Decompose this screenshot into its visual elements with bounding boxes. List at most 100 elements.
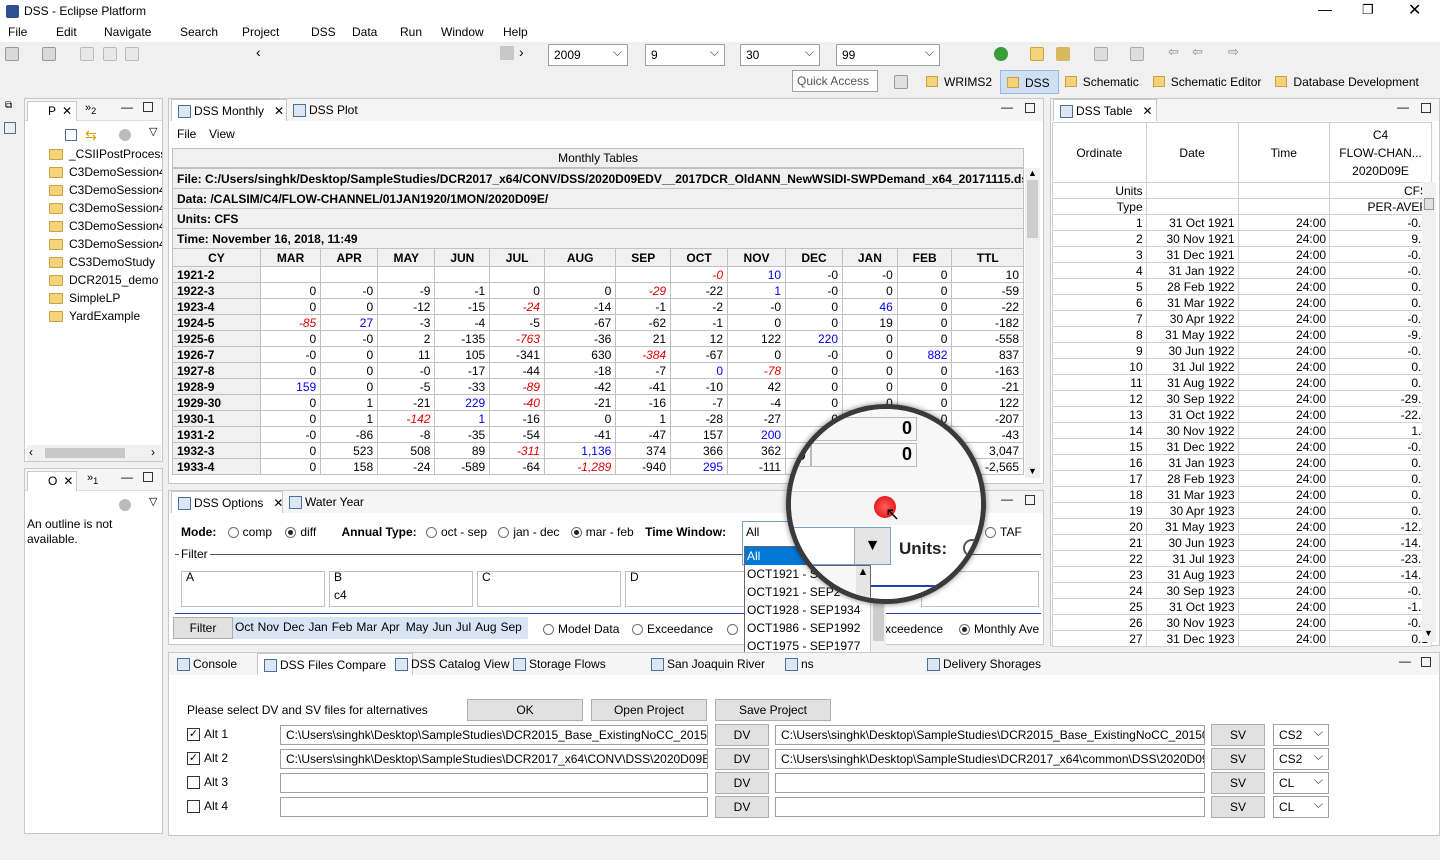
value-cell[interactable]: 0 bbox=[896, 266, 953, 283]
alt-type-combo[interactable]: CS2 bbox=[1273, 724, 1329, 746]
year-cell[interactable]: 1933-4 bbox=[172, 458, 261, 475]
save-icon[interactable] bbox=[80, 47, 94, 61]
time-cell[interactable]: 24:00 bbox=[1237, 278, 1331, 295]
project-item[interactable]: YardExample bbox=[49, 309, 162, 327]
ordinate-cell[interactable]: 10 bbox=[1052, 358, 1147, 375]
date-cell[interactable]: 31 Aug 1923 bbox=[1145, 566, 1239, 583]
value-cell[interactable]: 0 bbox=[259, 410, 322, 427]
project-item[interactable]: SimpleLP bbox=[49, 291, 162, 309]
annual-octsep-radio[interactable]: oct - sep bbox=[425, 525, 487, 539]
time-cell[interactable]: 24:00 bbox=[1237, 214, 1331, 231]
vscroll-thumb[interactable] bbox=[1027, 180, 1038, 238]
time-cell[interactable]: 24:00 bbox=[1237, 342, 1331, 359]
value-cell[interactable]: 0 bbox=[842, 346, 898, 363]
tab-overflow[interactable]: »2 bbox=[85, 102, 96, 116]
value-cell[interactable]: -23.9 bbox=[1329, 550, 1432, 567]
date-cell[interactable]: 30 Apr 1922 bbox=[1145, 310, 1239, 327]
date-cell[interactable]: 28 Feb 1923 bbox=[1145, 470, 1239, 487]
value-cell[interactable]: -14.5 bbox=[1329, 566, 1432, 583]
value-cell[interactable]: 1 bbox=[727, 282, 787, 299]
value-cell[interactable]: -29 bbox=[615, 282, 672, 299]
time-cell[interactable]: 24:00 bbox=[1237, 406, 1331, 423]
maximize-bottom-icon[interactable] bbox=[1421, 657, 1431, 667]
value-cell[interactable]: -763 bbox=[489, 330, 545, 347]
value-cell[interactable]: 0 bbox=[842, 330, 898, 347]
value-cell[interactable]: 1 bbox=[320, 410, 379, 427]
bottom-tab[interactable]: Storage Flows bbox=[507, 653, 614, 675]
minimize-options-icon[interactable]: — bbox=[1001, 492, 1013, 506]
value-cell[interactable]: 0 bbox=[785, 314, 844, 331]
year-cell[interactable]: 1923-4 bbox=[172, 298, 261, 315]
value-cell[interactable]: 12 bbox=[670, 330, 729, 347]
menu-help[interactable]: Help bbox=[503, 25, 528, 39]
date-cell[interactable]: 30 Nov 1923 bbox=[1145, 614, 1239, 631]
value-cell[interactable]: -16 bbox=[615, 394, 672, 411]
value-cell[interactable]: 366 bbox=[670, 442, 729, 459]
time-cell[interactable]: 24:00 bbox=[1237, 374, 1331, 391]
time-cell[interactable]: 24:00 bbox=[1237, 518, 1331, 535]
value-cell[interactable]: -4 bbox=[434, 314, 491, 331]
minimize-monthly-icon[interactable]: — bbox=[1001, 100, 1013, 114]
date-cell[interactable]: 31 Oct 1923 bbox=[1145, 598, 1239, 615]
value-cell[interactable]: -7 bbox=[670, 394, 729, 411]
project-tab-close-icon[interactable]: ✕ bbox=[62, 104, 72, 118]
value-cell[interactable]: -182 bbox=[951, 314, 1024, 331]
value-cell[interactable] bbox=[377, 266, 436, 283]
year-cell[interactable]: 1932-3 bbox=[172, 442, 261, 459]
month-nov[interactable]: Nov bbox=[258, 620, 279, 634]
time-cell[interactable]: 24:00 bbox=[1237, 310, 1331, 327]
ordinate-cell[interactable]: 12 bbox=[1052, 390, 1147, 407]
outline-filter-icon[interactable] bbox=[119, 499, 131, 511]
time-cell[interactable]: 24:00 bbox=[1237, 534, 1331, 551]
value-cell[interactable]: 0 bbox=[896, 378, 953, 395]
value-cell[interactable] bbox=[259, 266, 322, 283]
ordinate-cell[interactable]: 7 bbox=[1052, 310, 1147, 327]
next-arrow-icon[interactable]: › bbox=[519, 44, 524, 60]
new-project-icon[interactable] bbox=[42, 47, 56, 61]
value-cell[interactable]: -0.0 bbox=[1329, 246, 1432, 263]
dropdown-item[interactable]: OCT1928 - SEP1934 bbox=[745, 601, 870, 619]
annual-jandec-radio[interactable]: jan - dec bbox=[498, 525, 559, 539]
value-cell[interactable]: -1 bbox=[615, 298, 672, 315]
value-cell[interactable]: 882 bbox=[896, 346, 953, 363]
menu-window[interactable]: Window bbox=[441, 25, 484, 39]
value-cell[interactable]: 0 bbox=[320, 362, 379, 379]
value-cell[interactable]: 0.1 bbox=[1329, 630, 1432, 647]
value-cell[interactable]: 27 bbox=[320, 314, 379, 331]
open-perspective-icon[interactable] bbox=[894, 75, 908, 89]
value-cell[interactable]: 0 bbox=[842, 362, 898, 379]
value-cell[interactable]: -67 bbox=[543, 314, 617, 331]
date-cell[interactable]: 31 Jan 1923 bbox=[1145, 454, 1239, 471]
value-cell[interactable]: -21 bbox=[951, 378, 1024, 395]
monthly-menu-file[interactable]: File bbox=[177, 127, 196, 141]
value-cell[interactable]: -78 bbox=[727, 362, 787, 379]
value-cell[interactable]: -16 bbox=[489, 410, 545, 427]
value-cell[interactable]: -384 bbox=[615, 346, 672, 363]
month-jul[interactable]: Jul bbox=[456, 620, 471, 634]
menu-data[interactable]: Data bbox=[352, 25, 377, 39]
month-apr[interactable]: Apr bbox=[381, 620, 400, 634]
options-close-icon[interactable]: ✕ bbox=[273, 496, 283, 510]
value-cell[interactable]: -163 bbox=[951, 362, 1024, 379]
dv-path-input[interactable] bbox=[280, 773, 708, 793]
value-cell[interactable]: -0 bbox=[259, 426, 322, 443]
nav2-icon[interactable] bbox=[1130, 47, 1144, 61]
time-cell[interactable]: 24:00 bbox=[1237, 502, 1331, 519]
value-cell[interactable]: -14 bbox=[543, 298, 617, 315]
value-cell[interactable]: 0 bbox=[896, 330, 953, 347]
value-cell[interactable]: -42 bbox=[543, 378, 617, 395]
value-cell[interactable]: -0.0 bbox=[1329, 614, 1432, 631]
annual-marfeb-radio[interactable]: mar - feb bbox=[570, 525, 634, 539]
dss-table-vscrollbar[interactable]: ▼ bbox=[1422, 182, 1436, 642]
value-cell[interactable]: 1 bbox=[615, 410, 672, 427]
value-cell[interactable]: 0.0 bbox=[1329, 278, 1432, 295]
ordinate-cell[interactable]: 14 bbox=[1052, 422, 1147, 439]
value-cell[interactable]: 0 bbox=[320, 346, 379, 363]
minimize-icon[interactable]: — bbox=[1318, 1, 1332, 17]
value-cell[interactable]: 0 bbox=[259, 394, 322, 411]
scroll-thumb[interactable] bbox=[500, 46, 514, 60]
time-cell[interactable]: 24:00 bbox=[1237, 230, 1331, 247]
value-cell[interactable]: -22 bbox=[670, 282, 729, 299]
scroll-left-icon[interactable]: ‹ bbox=[29, 445, 33, 459]
date-cell[interactable]: 31 May 1922 bbox=[1145, 326, 1239, 343]
